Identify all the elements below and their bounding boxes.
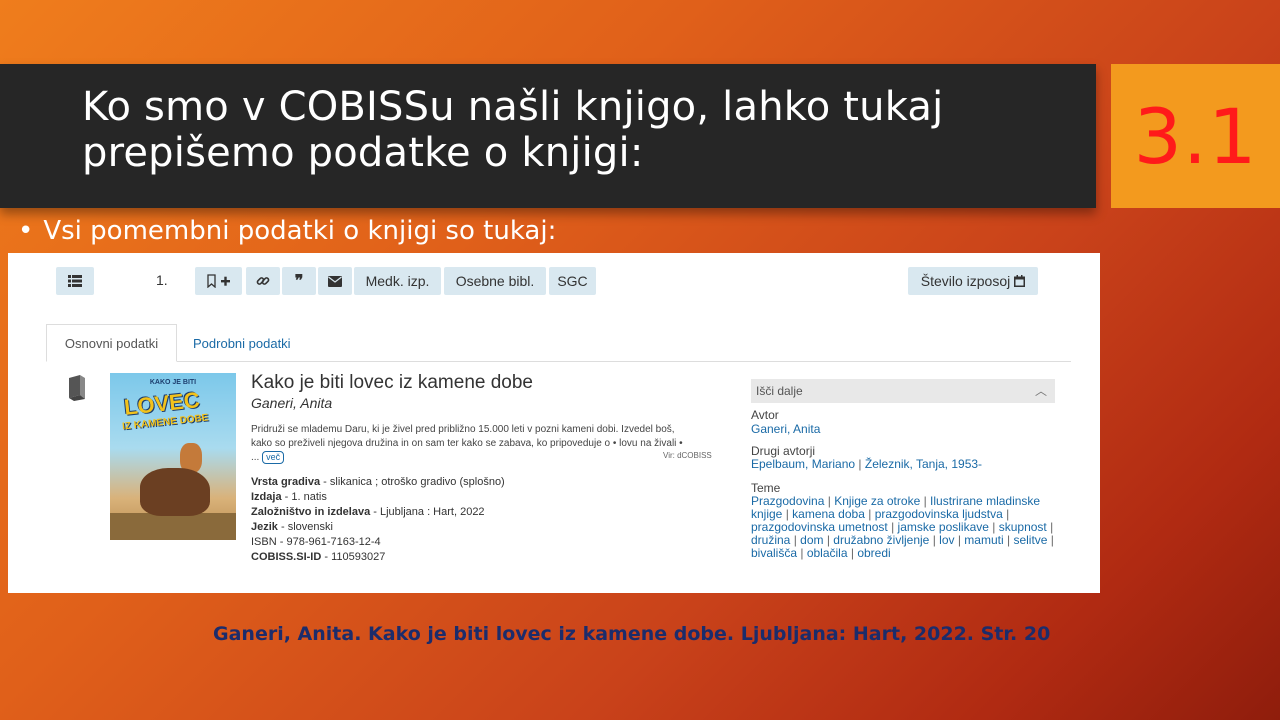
topic-separator: | <box>988 520 999 534</box>
topic-separator: | <box>864 507 875 521</box>
meta-cobiss-id: COBISS.SI-ID - 110593027 <box>251 551 386 563</box>
more-button[interactable]: več <box>262 451 285 464</box>
topic-separator: | <box>797 546 807 560</box>
bullet-text: Vsi pomembni podatki o knjigi so tukaj: <box>43 216 557 246</box>
email-button[interactable] <box>318 267 352 295</box>
topic-link[interactable]: kamena doba <box>792 507 865 521</box>
other-authors-list: Epelbaum, Mariano | Železnik, Tanja, 195… <box>751 457 983 471</box>
topic-separator: | <box>790 533 801 547</box>
book-icon <box>69 375 85 401</box>
meta-edition: Izdaja - 1. natis <box>251 491 327 503</box>
other-author-link[interactable]: Železnik, Tanja, 1953- <box>865 457 982 471</box>
topic-link[interactable]: obredi <box>857 546 890 560</box>
topic-separator: | <box>920 494 931 508</box>
cobiss-screenshot: 1. ❞ Medk. izp. Osebne bibl. SGC Število… <box>8 253 1100 593</box>
topic-link[interactable]: prazgodovinska umetnost <box>751 520 888 534</box>
book-title[interactable]: Kako je biti lovec iz kamene dobe <box>251 372 533 394</box>
bookmark-plus-icon <box>206 274 230 288</box>
meta-isbn: ISBN - 978-961-7163-12-4 <box>251 536 381 548</box>
topic-link[interactable]: mamuti <box>964 533 1003 547</box>
other-authors-label: Drugi avtorji <box>751 444 816 458</box>
result-number: 1. <box>156 272 168 288</box>
topics-label: Teme <box>751 481 781 495</box>
topic-separator: | <box>1003 533 1014 547</box>
cover-ground <box>110 513 236 540</box>
topic-separator: | <box>823 533 834 547</box>
topic-separator: | <box>782 507 793 521</box>
topics-list: Prazgodovina | Knjige za otroke | Ilustr… <box>751 495 1056 560</box>
topic-separator: | <box>887 520 898 534</box>
topic-separator: | <box>824 494 835 508</box>
citation-text: Ganeri, Anita. Kako je biti lovec iz kam… <box>213 623 1051 645</box>
tabs-divider <box>46 361 1071 362</box>
medk-izp-button[interactable]: Medk. izp. <box>354 267 441 295</box>
list-icon <box>68 275 82 287</box>
slide-number: 3.1 <box>1133 91 1258 181</box>
cite-button[interactable]: ❞ <box>282 267 316 295</box>
book-author: Ganeri, Anita <box>251 395 333 411</box>
topic-link[interactable]: jamske poslikave <box>898 520 989 534</box>
calendar-icon <box>1014 275 1026 287</box>
tab-detailed-data[interactable]: Podrobni podatki <box>193 336 291 351</box>
topic-separator: | <box>1046 520 1054 534</box>
topic-separator: | <box>1047 533 1054 547</box>
topic-link[interactable]: skupnost <box>999 520 1047 534</box>
meta-publisher: Založništvo in izdelava - Ljubljana : Ha… <box>251 506 485 518</box>
topic-link[interactable]: Knjige za otroke <box>834 494 920 508</box>
slide-title-bar: Ko smo v COBISSu našli knjigo, lahko tuk… <box>0 64 1096 208</box>
book-metadata: Vrsta gradiva - slikanica ; otroško grad… <box>251 475 505 565</box>
book-cover-image[interactable]: KAKO JE BITI LOVEC IZ KAMENE DOBE <box>110 373 236 540</box>
link-icon <box>256 277 270 285</box>
loan-count-button[interactable]: Število izposoj <box>908 267 1038 295</box>
bullet-point: • Vsi pomembni podatki o knjigi so tukaj: <box>18 214 556 248</box>
search-further-panel-header[interactable]: Išči dalje ︿ <box>751 379 1055 403</box>
envelope-icon <box>328 275 342 287</box>
topic-link[interactable]: Prazgodovina <box>751 494 824 508</box>
author-link[interactable]: Ganeri, Anita <box>751 423 1056 436</box>
osebne-bibl-button[interactable]: Osebne bibl. <box>444 267 546 295</box>
list-view-button[interactable] <box>56 267 94 295</box>
loan-count-label: Število izposoj <box>920 273 1011 289</box>
quote-icon: ❞ <box>294 273 304 290</box>
other-author-link[interactable]: Epelbaum, Mariano <box>751 457 855 471</box>
topic-link[interactable]: družina <box>751 533 790 547</box>
cover-top-line: KAKO JE BITI <box>149 379 197 386</box>
topic-link[interactable]: družabno življenje <box>833 533 929 547</box>
link-button[interactable] <box>246 267 280 295</box>
meta-material-type: Vrsta gradiva - slikanica ; otroško grad… <box>251 476 505 488</box>
meta-language: Jezik - slovenski <box>251 521 333 533</box>
description-source: Vir: dCOBISS <box>663 451 712 460</box>
tab-basic-data[interactable]: Osnovni podatki <box>46 324 177 362</box>
topic-link[interactable]: selitve <box>1013 533 1047 547</box>
topic-link[interactable]: lov <box>939 533 954 547</box>
slide-title: Ko smo v COBISSu našli knjigo, lahko tuk… <box>82 84 944 176</box>
topic-link[interactable]: oblačila <box>807 546 848 560</box>
topic-link[interactable]: prazgodovinska ljudstva <box>875 507 1003 521</box>
topic-link[interactable]: bivališča <box>751 546 797 560</box>
bullet-dot: • <box>18 216 34 246</box>
topic-separator: | <box>1002 507 1010 521</box>
description-text: Pridruži se mlademu Daru, ki je živel pr… <box>251 424 683 463</box>
topic-link[interactable]: dom <box>800 533 823 547</box>
author-label: Avtor <box>751 408 779 422</box>
topic-separator: | <box>847 546 858 560</box>
topic-separator: | <box>929 533 940 547</box>
chevron-up-icon: ︿ <box>1034 384 1047 398</box>
slide-number-badge: 3.1 <box>1111 64 1280 208</box>
cover-mammoth-figure <box>140 468 210 516</box>
bookmark-add-button[interactable] <box>195 267 242 295</box>
search-further-label: Išči dalje <box>756 384 803 398</box>
sgc-button[interactable]: SGC <box>549 267 596 295</box>
topic-separator: | <box>954 533 965 547</box>
book-description: Pridruži se mlademu Daru, ki je živel pr… <box>251 423 691 465</box>
